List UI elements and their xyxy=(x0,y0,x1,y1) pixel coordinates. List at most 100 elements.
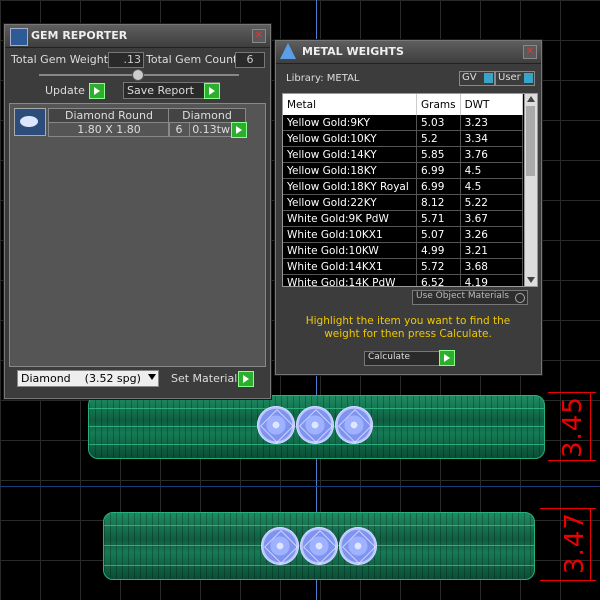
scroll-down-arrow[interactable] xyxy=(527,277,535,283)
total-gem-weight-label: Total Gem Weight xyxy=(11,53,109,66)
metal-cell-grams: 5.72 xyxy=(416,258,461,275)
gem-reporter-panel: GEM REPORTER ✕ Total Gem Weight .13 Tota… xyxy=(4,24,271,399)
calculate-dropdown[interactable]: Calculate xyxy=(364,351,440,366)
scroll-up-arrow[interactable] xyxy=(527,96,535,102)
gem-column-header-type: Diamond xyxy=(168,108,246,123)
gem-count-value: 6 xyxy=(168,122,190,137)
user-info-icon xyxy=(524,73,533,83)
metal-cell-grams: 6.99 xyxy=(416,178,461,195)
gem-size-value: 1.80 X 1.80 xyxy=(48,122,170,137)
update-label: Update xyxy=(45,84,85,97)
metal-table-row[interactable]: Yellow Gold:9KY 5.03 3.23 xyxy=(283,115,524,131)
set-material-label: Set Material xyxy=(171,372,238,385)
slider-thumb[interactable] xyxy=(132,69,144,81)
ring-band-line xyxy=(89,444,544,445)
scroll-thumb[interactable] xyxy=(526,106,535,176)
total-gem-weight-field[interactable]: .13 xyxy=(108,52,144,68)
close-icon[interactable]: ✕ xyxy=(252,29,266,43)
user-label: User xyxy=(498,72,521,83)
close-icon[interactable]: ✕ xyxy=(523,45,537,59)
metal-cell-grams: 4.99 xyxy=(416,242,461,259)
dimension-tick xyxy=(540,508,596,509)
ring-band-line xyxy=(104,525,534,526)
dimension-tick xyxy=(548,392,596,393)
ring-top[interactable] xyxy=(88,395,545,459)
gv-info-icon xyxy=(484,73,493,83)
save-report-button[interactable] xyxy=(204,83,220,99)
library-label: Library: METAL xyxy=(286,73,360,84)
metal-table-row[interactable]: Yellow Gold:10KY 5.2 3.34 xyxy=(283,130,524,147)
gem-stone[interactable] xyxy=(300,527,338,565)
horizontal-axis-line xyxy=(0,486,600,487)
dimension-tick xyxy=(548,460,596,461)
gem-stone[interactable] xyxy=(261,527,299,565)
metal-cell-metal: Yellow Gold:18KY Royal xyxy=(283,178,417,195)
gem-reporter-title: GEM REPORTER xyxy=(31,29,128,42)
dimension-arrow-line xyxy=(590,392,591,460)
calculate-button[interactable] xyxy=(439,350,455,366)
gem-stone[interactable] xyxy=(339,527,377,565)
gem-column-header-shape: Diamond Round xyxy=(48,108,170,123)
diamond-icon xyxy=(20,116,38,127)
gv-label: GV xyxy=(462,72,477,83)
material-select-value: Diamond (3.52 spg) xyxy=(21,372,141,385)
set-material-button[interactable] xyxy=(238,371,254,387)
metal-table-row[interactable]: Yellow Gold:18KY 6.99 4.5 xyxy=(283,162,524,179)
gem-stone[interactable] xyxy=(257,406,295,444)
column-header-dwt[interactable]: DWT xyxy=(460,94,524,115)
metal-cell-grams: 5.85 xyxy=(416,146,461,163)
gem-reporter-titlebar[interactable]: GEM REPORTER ✕ xyxy=(5,25,270,48)
metal-cell-grams: 5.07 xyxy=(416,226,461,243)
metal-cell-grams: 6.99 xyxy=(416,162,461,179)
metal-cell-metal: White Gold:14KX1 xyxy=(283,258,417,275)
metal-table-row[interactable]: White Gold:10KW 4.99 3.21 xyxy=(283,242,524,259)
metal-cell-grams: 5.03 xyxy=(416,115,461,131)
metal-table-row[interactable]: White Gold:14KX1 5.72 3.68 xyxy=(283,258,524,275)
chevron-down-icon xyxy=(148,374,156,380)
metal-table-row[interactable]: Yellow Gold:14KY 5.85 3.76 xyxy=(283,146,524,163)
metal-table-container[interactable]: Metal Grams DWT Yellow Gold:9KY 5.03 3.23 Y… xyxy=(282,93,538,287)
gem-thumbnail[interactable] xyxy=(14,108,46,136)
ring-band-line xyxy=(104,565,534,566)
user-toggle[interactable]: User xyxy=(495,71,535,86)
metal-cell-grams: 6.52 xyxy=(416,274,461,286)
gem-tw-value: 0.13tw xyxy=(189,122,233,137)
metal-cell-dwt: 3.34 xyxy=(460,130,524,147)
metal-cell-metal: Yellow Gold:22KY xyxy=(283,194,417,211)
update-button[interactable] xyxy=(89,83,105,99)
gem-row-action-button[interactable] xyxy=(231,122,247,138)
use-object-materials-label: Use Object Materials xyxy=(416,291,510,301)
gv-toggle[interactable]: GV xyxy=(459,71,495,86)
metal-cell-dwt: 3.26 xyxy=(460,226,524,243)
metal-weights-panel: METAL WEIGHTS ✕ Library: METAL GV User M… xyxy=(275,40,542,375)
metal-table-row[interactable]: White Gold:14K PdW 6.52 4.19 xyxy=(283,274,524,286)
metal-weights-titlebar[interactable]: METAL WEIGHTS ✕ xyxy=(276,41,541,64)
calculate-label: Calculate xyxy=(368,352,411,362)
metal-table-header: Metal Grams DWT xyxy=(283,94,524,115)
metal-cell-metal: Yellow Gold:9KY xyxy=(283,115,417,131)
gem-stone[interactable] xyxy=(296,406,334,444)
gem-stone[interactable] xyxy=(335,406,373,444)
metal-table-row[interactable]: Yellow Gold:18KY Royal 6.99 4.5 xyxy=(283,178,524,195)
gem-list-area: Diamond Round Diamond 1.80 X 1.80 6 0.13… xyxy=(9,103,266,367)
metal-table-scrollbar[interactable] xyxy=(524,94,537,286)
total-gem-count-field[interactable]: 6 xyxy=(235,52,265,68)
ring-bottom[interactable] xyxy=(103,512,535,580)
column-header-grams[interactable]: Grams xyxy=(416,94,461,115)
metal-cell-dwt: 3.23 xyxy=(460,115,524,131)
total-gem-count-value: 6 xyxy=(246,53,254,66)
metal-table-row[interactable]: Yellow Gold:22KY 8.12 5.22 xyxy=(283,194,524,211)
metal-table-row[interactable]: White Gold:9K PdW 5.71 3.67 xyxy=(283,210,524,227)
metal-table-row[interactable]: White Gold:10KX1 5.07 3.26 xyxy=(283,226,524,243)
use-object-materials-toggle[interactable]: Use Object Materials xyxy=(412,290,528,305)
total-gem-count-label: Total Gem Count xyxy=(146,53,238,66)
dimension-label-bottom: 3.47 xyxy=(560,512,590,574)
metal-cell-grams: 8.12 xyxy=(416,194,461,211)
column-header-metal[interactable]: Metal xyxy=(283,94,417,115)
metal-cell-metal: White Gold:9K PdW xyxy=(283,210,417,227)
metal-cell-dwt: 4.19 xyxy=(460,274,524,286)
metal-cell-metal: White Gold:10KX1 xyxy=(283,226,417,243)
material-select[interactable]: Diamond (3.52 spg) xyxy=(17,370,159,387)
metal-cell-metal: Yellow Gold:10KY xyxy=(283,130,417,147)
metal-cell-grams: 5.71 xyxy=(416,210,461,227)
